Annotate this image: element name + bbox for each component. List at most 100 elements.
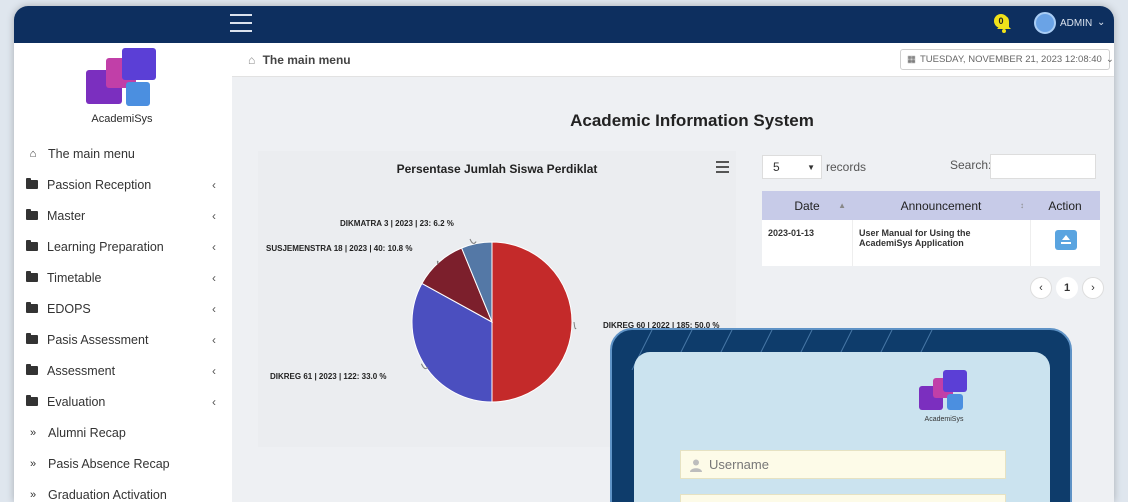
sidebar-item[interactable]: » Alumni Recap: [14, 417, 232, 448]
search-label: Search:: [950, 158, 992, 172]
sidebar-item-label: Timetable: [47, 270, 102, 285]
chevron-down-icon[interactable]: ⌄: [1097, 17, 1105, 28]
sort-icon: ↕: [1020, 201, 1024, 210]
breadcrumb-label: The main menu: [262, 53, 351, 67]
pagination-next[interactable]: ›: [1082, 277, 1104, 299]
password-field[interactable]: [680, 494, 1006, 502]
sidebar-item[interactable]: » Pasis Absence Recap: [14, 448, 232, 479]
home-icon: ⌂: [29, 147, 37, 160]
pie-leader-line: [436, 260, 439, 265]
avatar[interactable]: [1034, 12, 1056, 34]
sidebar-item-label: Assessment: [47, 363, 116, 378]
double-chevron-icon: »: [29, 488, 37, 501]
column-header-action[interactable]: Action: [1030, 191, 1100, 220]
chevron-down-icon: ⌄: [1105, 54, 1114, 65]
column-header-date-label: Date: [794, 198, 820, 213]
home-icon: ⌂: [248, 53, 256, 67]
chevron-left-icon: ‹: [212, 270, 216, 285]
app-logo: [86, 48, 158, 112]
sidebar-item[interactable]: Assessment ‹: [14, 355, 232, 386]
column-header-date[interactable]: Date ▲: [762, 191, 852, 220]
page-size-value: 5: [773, 160, 780, 174]
sidebar-item[interactable]: Timetable ‹: [14, 262, 232, 293]
pie-leader-line: [469, 238, 477, 244]
folder-icon: [26, 209, 38, 220]
sidebar-item-label: The main menu: [48, 146, 135, 161]
records-control: 5 ▼ records: [762, 155, 866, 179]
table-row: 2023-01-13 User Manual for Using the Aca…: [762, 220, 1100, 266]
sidebar-item-label: Pasis Absence Recap: [48, 456, 170, 471]
folder-icon: [26, 395, 38, 406]
admin-label[interactable]: ADMIN: [1060, 18, 1092, 29]
pie-slice-label: DIKREG 61 | 2023 | 122: 33.0 %: [270, 372, 387, 381]
pagination-page[interactable]: 1: [1056, 277, 1078, 299]
download-button[interactable]: [1054, 230, 1077, 250]
sidebar-item[interactable]: Evaluation ‹: [14, 386, 232, 417]
column-header-announcement[interactable]: Announcement ↕: [852, 191, 1030, 220]
cell-date: 2023-01-13: [768, 228, 815, 238]
search-input[interactable]: [990, 154, 1096, 179]
sidebar-item-label: Evaluation: [47, 394, 106, 409]
datetime-display[interactable]: ▦ TUESDAY, NOVEMBER 21, 2023 12:08:40 ⌄: [900, 49, 1114, 70]
sort-icon: ▲: [838, 201, 846, 210]
login-card: AcademiSys Username: [634, 352, 1050, 502]
column-header-action-label: Action: [1048, 198, 1082, 213]
pie-leader-line: [573, 321, 577, 330]
app-window: 0 ADMIN ⌄ AcademiSys ⌂ The main menu Passi…: [14, 6, 1114, 502]
breadcrumb[interactable]: ⌂ The main menu: [248, 53, 351, 67]
chevron-left-icon: ‹: [212, 332, 216, 347]
sidebar-item-label: EDOPS: [47, 301, 91, 316]
double-chevron-icon: »: [29, 457, 37, 470]
sidebar-item-label: Graduation Activation: [48, 487, 167, 502]
pagination-prev[interactable]: ‹: [1030, 277, 1052, 299]
pie-slice-label: SUSJEMENSTRA 18 | 2023 | 40: 10.8 %: [266, 244, 412, 253]
pie-slice-label: DIKMATRA 3 | 2023 | 23: 6.2 %: [340, 219, 454, 228]
chevron-left-icon: ‹: [212, 363, 216, 378]
sidebar-item[interactable]: Master ‹: [14, 200, 232, 231]
folder-icon: [26, 364, 38, 375]
column-header-announcement-label: Announcement: [900, 198, 982, 213]
sidebar-item-label: Passion Reception: [47, 177, 152, 192]
chevron-left-icon: ‹: [212, 208, 216, 223]
cell-announcement: User Manual for Using the AcademiSys App…: [852, 220, 1030, 266]
sidebar-item[interactable]: » Graduation Activation: [14, 479, 232, 502]
datetime-text: TUESDAY, NOVEMBER 21, 2023 12:08:40: [919, 54, 1102, 65]
cell-action: [1030, 220, 1100, 266]
table-header: Date ▲ Announcement ↕ Action: [762, 191, 1100, 220]
sidebar-item[interactable]: EDOPS ‹: [14, 293, 232, 324]
hamburger-menu-icon[interactable]: [230, 14, 252, 32]
folder-icon: [26, 333, 38, 344]
sidebar-item-label: Alumni Recap: [48, 425, 126, 440]
login-preview-overlay: AcademiSys Username: [610, 328, 1072, 502]
sidebar: AcademiSys ⌂ The main menu Passion Recepti…: [14, 43, 232, 502]
chevron-left-icon: ‹: [212, 394, 216, 409]
sidebar-item-label: Pasis Assessment: [47, 332, 149, 347]
sidebar-item[interactable]: Pasis Assessment ‹: [14, 324, 232, 355]
chevron-left-icon: ‹: [212, 301, 216, 316]
page-size-select[interactable]: 5 ▼: [762, 155, 822, 179]
sidebar-item[interactable]: Learning Preparation ‹: [14, 231, 232, 262]
records-label: records: [826, 160, 867, 174]
top-navbar: 0 ADMIN ⌄: [14, 6, 1114, 43]
double-chevron-icon: »: [29, 426, 37, 439]
sidebar-item-label: Learning Preparation: [47, 239, 164, 254]
logo-text: AcademiSys: [91, 113, 153, 125]
calendar-icon: ▦: [907, 54, 916, 65]
download-icon: [1060, 235, 1071, 244]
sidebar-item[interactable]: ⌂ The main menu: [14, 138, 232, 169]
user-icon: [690, 459, 702, 472]
chevron-left-icon: ‹: [212, 177, 216, 192]
folder-icon: [26, 178, 38, 189]
sidebar-nav: ⌂ The main menu Passion Reception ‹ Master ‹ L…: [14, 138, 232, 502]
breadcrumb-bar: ⌂ The main menu ▦ TUESDAY, NOVEMBER 21, …: [232, 43, 1114, 77]
chevron-down-icon: ▼: [807, 162, 815, 172]
chevron-left-icon: ‹: [212, 239, 216, 254]
login-logo-text: AcademiSys: [924, 416, 964, 423]
folder-icon: [26, 302, 38, 313]
pagination: ‹ 1 ›: [1030, 277, 1104, 299]
username-placeholder: Username: [709, 457, 769, 472]
username-field[interactable]: Username: [680, 450, 1006, 479]
sidebar-item-label: Master: [47, 208, 86, 223]
pie-slice[interactable]: [491, 241, 573, 403]
sidebar-item[interactable]: Passion Reception ‹: [14, 169, 232, 200]
